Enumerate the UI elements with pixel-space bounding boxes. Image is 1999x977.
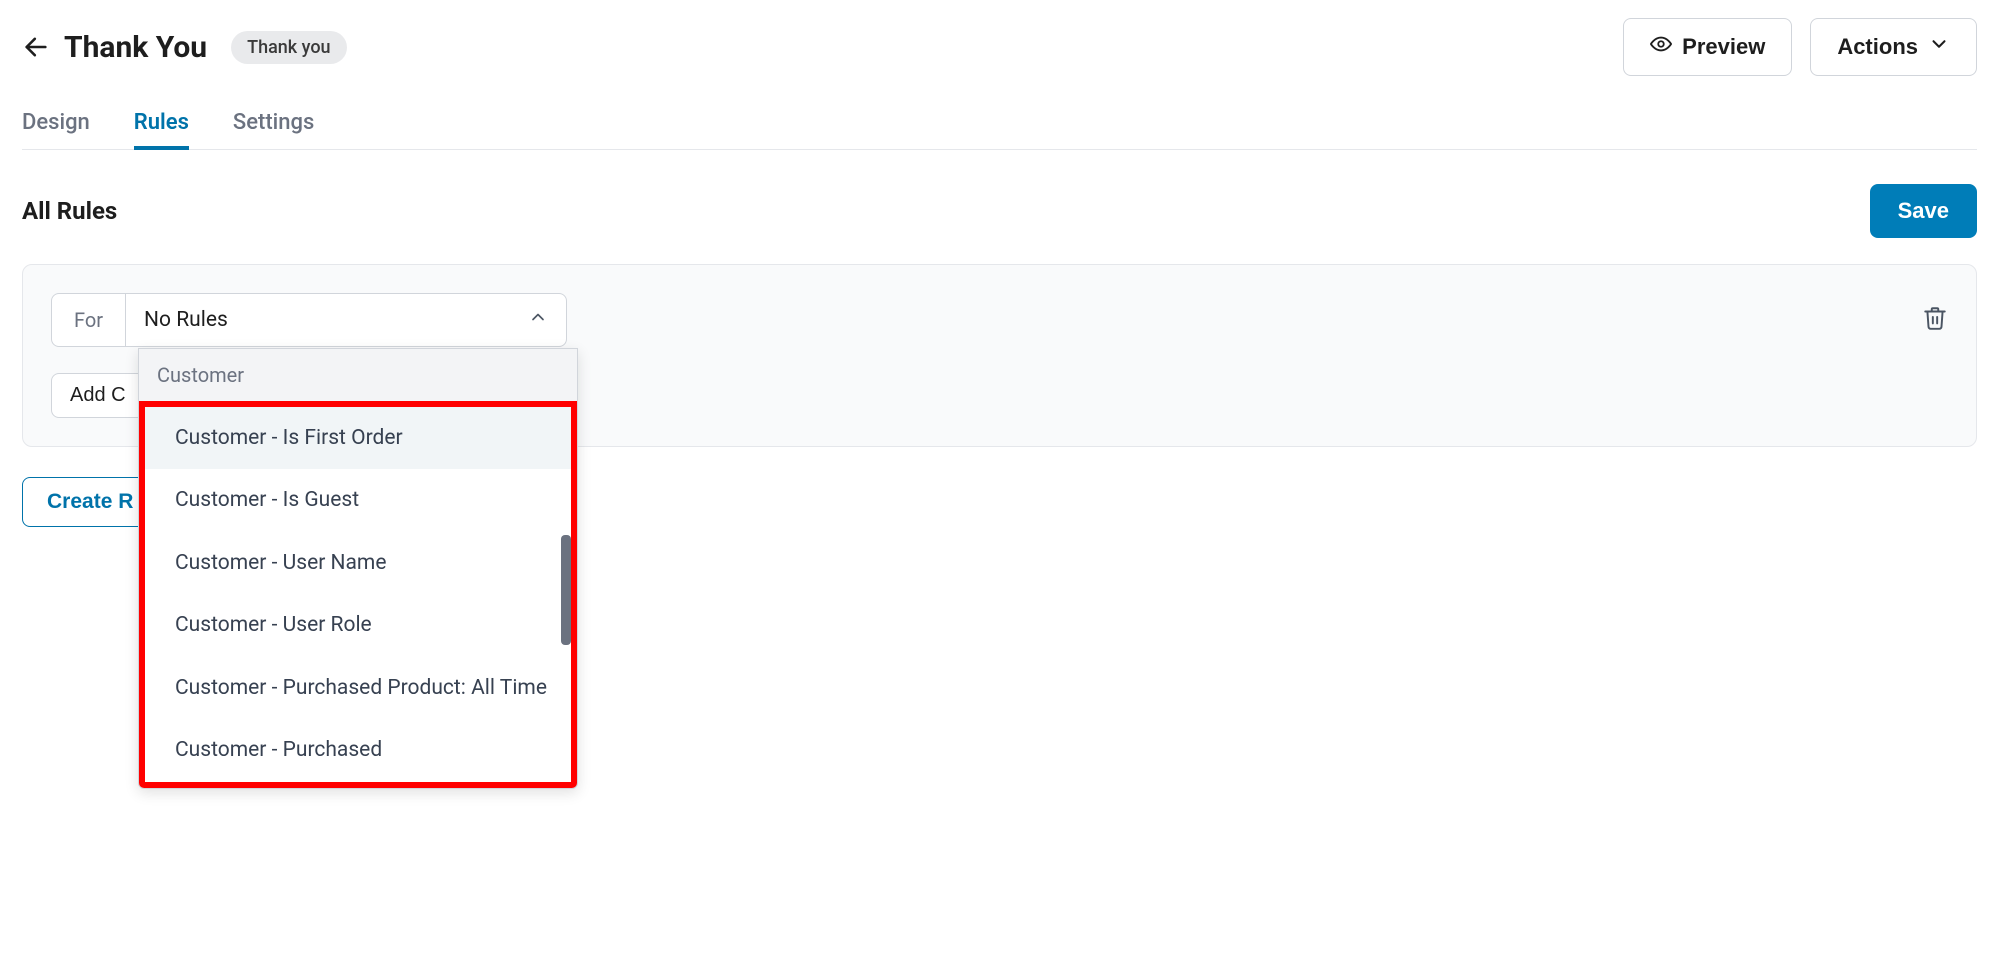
rule-left: For No Rules Customer Customer - Is Firs… [51, 293, 567, 347]
rule-select-value: No Rules [144, 308, 228, 332]
chevron-down-icon [1928, 33, 1950, 61]
tabs: Design Rules Settings [22, 110, 1977, 150]
page-header: Thank You Thank you Preview Actions [22, 18, 1977, 76]
tab-settings[interactable]: Settings [233, 110, 314, 149]
dropdown-item[interactable]: Customer - User Name [145, 532, 571, 594]
section-row: All Rules Save [22, 184, 1977, 238]
dropdown-group-label: Customer [139, 349, 577, 401]
dropdown-item[interactable]: Customer - Is First Order [145, 407, 571, 469]
dropdown-item[interactable]: Customer - Purchased Product: All Time [145, 657, 571, 719]
add-condition-button[interactable]: Add C [51, 373, 145, 418]
for-label: For [52, 294, 126, 346]
preview-label: Preview [1682, 34, 1765, 60]
tab-design[interactable]: Design [22, 110, 90, 149]
back-arrow-icon[interactable] [22, 33, 50, 61]
dropdown-item[interactable]: Customer - Purchased [145, 719, 571, 781]
rule-card: For No Rules Customer Customer - Is Firs… [22, 264, 1977, 447]
preview-button[interactable]: Preview [1623, 18, 1792, 76]
dropdown-scrollbar[interactable] [561, 535, 571, 645]
tab-rules[interactable]: Rules [134, 110, 189, 149]
trash-icon [1922, 317, 1948, 336]
rule-for-segment: For No Rules Customer Customer - Is Firs… [51, 293, 567, 347]
actions-button[interactable]: Actions [1810, 18, 1977, 76]
section-title: All Rules [22, 197, 117, 225]
title-badge: Thank you [231, 31, 346, 64]
dropdown-list-highlighted: Customer - Is First Order Customer - Is … [139, 401, 577, 788]
rule-select[interactable]: No Rules [126, 294, 566, 346]
chevron-up-icon [528, 307, 548, 333]
dropdown-item[interactable]: Customer - Is Guest [145, 469, 571, 531]
eye-icon [1650, 33, 1672, 61]
page-title: Thank You [64, 30, 207, 65]
dropdown-item[interactable]: Customer - User Role [145, 594, 571, 656]
save-button[interactable]: Save [1870, 184, 1977, 238]
delete-rule-button[interactable] [1922, 304, 1948, 336]
header-right: Preview Actions [1623, 18, 1977, 76]
rule-row: For No Rules Customer Customer - Is Firs… [51, 293, 1948, 347]
actions-label: Actions [1837, 34, 1918, 60]
header-left: Thank You Thank you [22, 30, 347, 65]
rule-dropdown: Customer Customer - Is First Order Custo… [138, 348, 578, 789]
